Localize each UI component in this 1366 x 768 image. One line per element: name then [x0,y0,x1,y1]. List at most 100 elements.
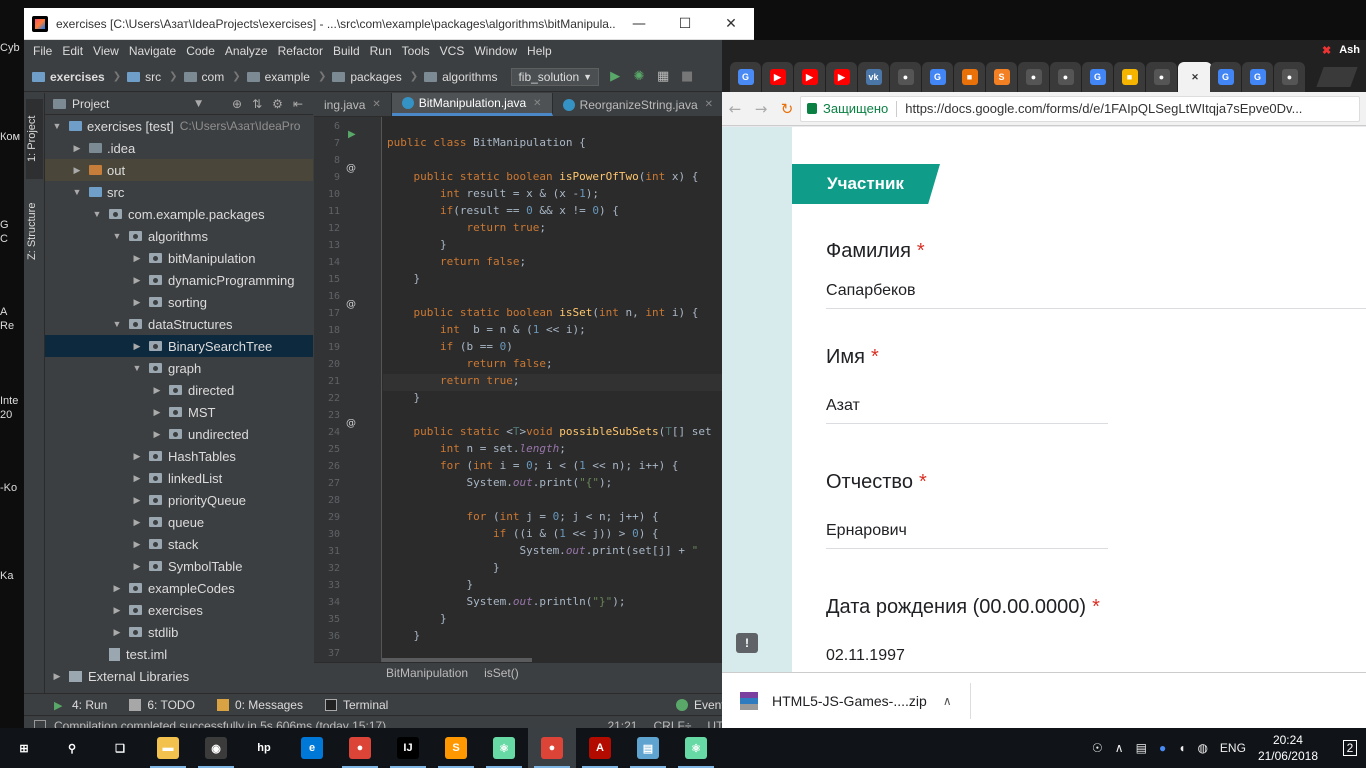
show-hidden-icon[interactable]: ∧ [1115,741,1124,755]
browser-tab[interactable]: ● [890,62,921,92]
browser-tab[interactable]: G [922,62,953,92]
chevron-down-icon[interactable]: ▼ [131,363,143,373]
menu-edit[interactable]: Edit [57,44,88,58]
taskbar-search[interactable]: ⚲ [48,728,96,768]
volume-icon[interactable]: ◖ [1178,741,1185,755]
code-line[interactable]: } [383,238,754,255]
tree-item[interactable]: ▶ BinarySearchTree [45,335,313,357]
tree-item[interactable]: ▶ HashTables [45,445,313,467]
chevron-right-icon[interactable]: ▶ [131,539,143,550]
chevron-right-icon[interactable]: ▶ [51,671,63,682]
menu-build[interactable]: Build [328,44,365,58]
menu-navigate[interactable]: Navigate [124,44,181,58]
code-line[interactable] [383,119,754,136]
settings-icon[interactable]: ⚙ [272,97,283,111]
chevron-down-icon[interactable]: ▼ [51,121,63,131]
tool-todo-button[interactable]: 6: TODO [129,698,195,712]
code-line[interactable]: if(result == 0 && x != 0) { [383,204,754,221]
tree-item[interactable]: ▶ stdlib [45,621,313,643]
menu-run[interactable]: Run [365,44,397,58]
browser-tab[interactable]: G [1242,62,1273,92]
tree-item[interactable]: test.iml [45,643,313,665]
taskbar-media[interactable]: ◉ [192,728,240,768]
code-line[interactable]: return false; [383,357,754,374]
browser-tab[interactable]: ▶ [794,62,825,92]
chevron-right-icon[interactable]: ▶ [71,143,83,154]
chevron-right-icon[interactable]: ▶ [131,451,143,462]
chevron-right-icon[interactable]: ▶ [151,429,163,440]
browser-tab[interactable]: ▶ [762,62,793,92]
code-line[interactable]: } [383,612,754,629]
taskbar-atom[interactable]: ⚛ [480,728,528,768]
run-class-icon[interactable]: ▶ [348,129,356,140]
tool-messages-button[interactable]: 0: Messages [216,698,303,712]
tree-item[interactable]: ▶ sorting [45,291,313,313]
code-line[interactable]: for (int j = 0; j < n; j++) { [383,510,754,527]
tool-terminal-button[interactable]: Terminal [324,698,388,712]
code-area[interactable]: public class BitManipulation { public st… [383,117,754,662]
browser-tab[interactable]: G [730,62,761,92]
code-line[interactable]: } [383,629,754,646]
taskbar-acrobat[interactable]: A [576,728,624,768]
tab-editor-file[interactable]: ing.java ✕ [314,93,392,116]
taskbar-chrome-active[interactable]: ● [528,728,576,768]
code-line[interactable]: return true; [383,374,754,391]
close-icon[interactable]: ✕ [533,98,541,109]
browser-tab[interactable]: G [1210,62,1241,92]
chevron-right-icon[interactable]: ▶ [131,341,143,352]
chevron-right-icon[interactable]: ▶ [71,165,83,176]
taskbar-edge[interactable]: e [288,728,336,768]
code-line[interactable]: return false; [383,255,754,272]
tree-item[interactable]: ▶ linkedList [45,467,313,489]
taskbar-sublime[interactable]: S [432,728,480,768]
notifications-button[interactable]: 2 [1334,728,1366,768]
chevron-right-icon[interactable]: ▶ [111,583,123,594]
answer-birthdate-input[interactable]: 02.11.1997 [826,647,1108,672]
code-line[interactable] [383,493,754,510]
chevron-down-icon[interactable]: ▼ [71,187,83,197]
input-language[interactable]: ENG [1220,741,1246,755]
code-line[interactable]: int n = set.length; [383,442,754,459]
collapse-all-icon[interactable]: ⇅ [252,97,262,111]
chevron-right-icon[interactable]: ▶ [151,385,163,396]
menu-window[interactable]: Window [469,44,522,58]
breadcrumb-class[interactable]: BitManipulation [386,666,468,680]
answer-name-input[interactable]: Азат [826,397,1108,424]
code-line[interactable]: System.out.println("}"); [383,595,754,612]
code-line[interactable] [383,153,754,170]
tree-item[interactable]: ▶ out [45,159,313,181]
nav-crumb-src[interactable]: src [127,70,161,84]
tree-item[interactable]: ▼ src [45,181,313,203]
nav-crumb-example[interactable]: example [246,70,310,84]
code-line[interactable]: return true; [383,221,754,238]
menu-help[interactable]: Help [522,44,557,58]
close-button[interactable]: ✕ [708,8,754,40]
coverage-icon[interactable]: ▦ [655,69,671,85]
chevron-right-icon[interactable]: ▶ [111,627,123,638]
tree-item[interactable]: ▼ graph [45,357,313,379]
run-icon[interactable]: ▶ [607,69,623,85]
code-line[interactable]: int b = n & (1 << i); [383,323,754,340]
menu-code[interactable]: Code [181,44,220,58]
tool-run-button[interactable]: ▶ 4: Run [54,698,107,712]
chevron-down-icon[interactable]: ▼ [91,209,103,219]
code-line[interactable]: } [383,272,754,289]
nav-crumb-exercises[interactable]: exercises [32,70,105,84]
tab-editor-file[interactable]: ReorganizeString.java ✕ [553,93,725,116]
chevron-right-icon[interactable]: ▶ [131,473,143,484]
tree-item[interactable]: ▶ stack [45,533,313,555]
reload-icon[interactable]: ↻ [774,100,800,118]
tree-item[interactable]: ▶ directed [45,379,313,401]
browser-tab[interactable]: ▶ [826,62,857,92]
browser-tab[interactable]: ✕ [1178,62,1212,92]
tab-editor-file-active[interactable]: BitManipulation.java ✕ [391,93,553,116]
address-bar[interactable]: Защищено https://docs.google.com/forms/d… [800,95,1360,122]
taskbar-task-view[interactable]: ❑ [96,728,144,768]
menu-vcs[interactable]: VCS [435,44,470,58]
code-line[interactable]: if ((i & (1 << j)) > 0) { [383,527,754,544]
chevron-right-icon[interactable]: ▶ [131,253,143,264]
tree-item[interactable]: ▼ exercises [test] C:\Users\Азат\IdeaPro [45,115,313,137]
code-line[interactable] [383,408,754,425]
tab-project-tool[interactable]: 1: Project [26,99,43,179]
code-line[interactable]: public static boolean isSet(int n, int i… [383,306,754,323]
